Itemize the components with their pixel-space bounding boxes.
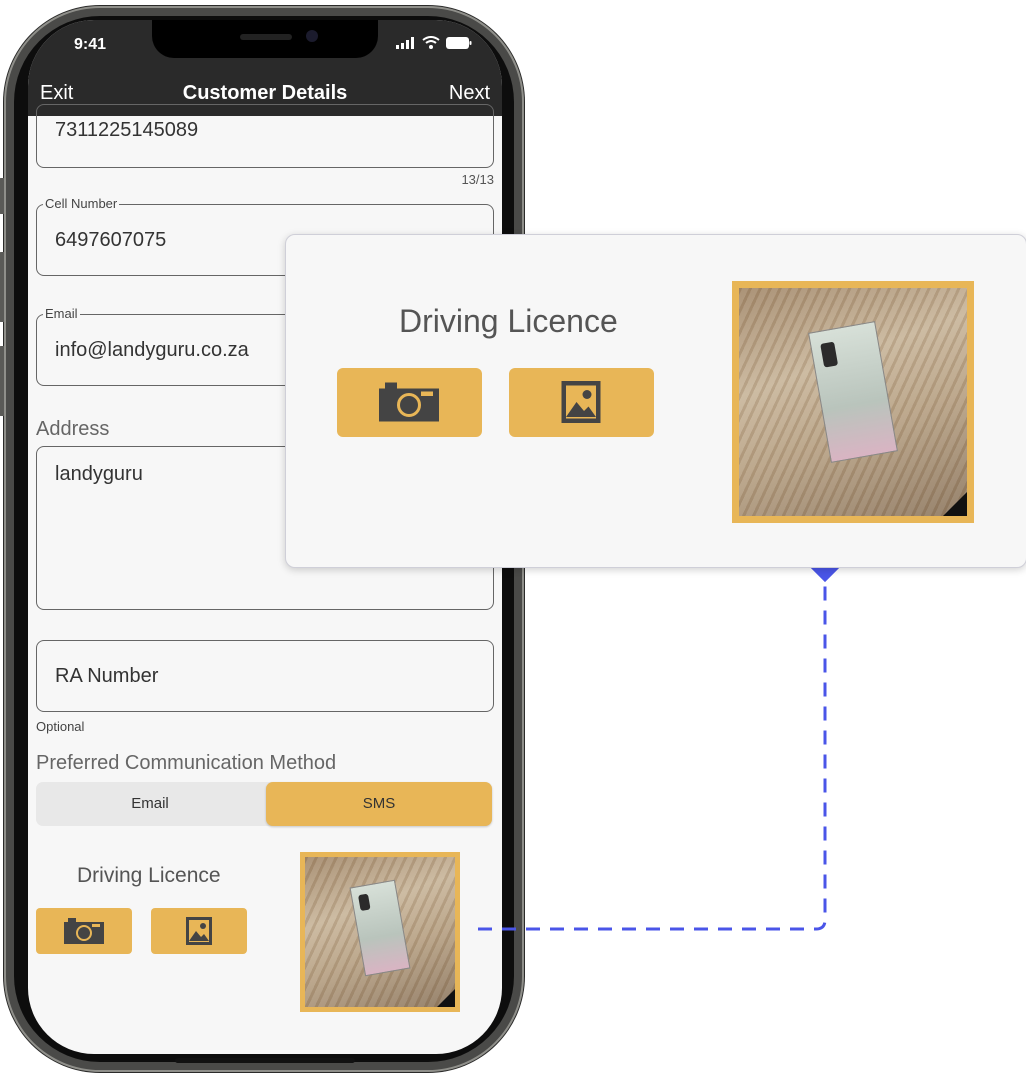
callout-licence-card-portrait (820, 341, 839, 368)
callout-gallery-button[interactable] (509, 368, 654, 437)
callout-licence-photo-image (739, 288, 967, 516)
callout-licence-card-image (808, 321, 898, 463)
image-gallery-icon (561, 381, 601, 423)
callout-camera-button[interactable] (337, 368, 482, 437)
camera-icon (379, 382, 439, 422)
driving-licence-callout: Driving Licence (285, 234, 1026, 568)
callout-photo-corner (943, 492, 967, 516)
callout-driving-licence-title: Driving Licence (399, 303, 618, 339)
callout-licence-photo[interactable] (732, 281, 974, 523)
